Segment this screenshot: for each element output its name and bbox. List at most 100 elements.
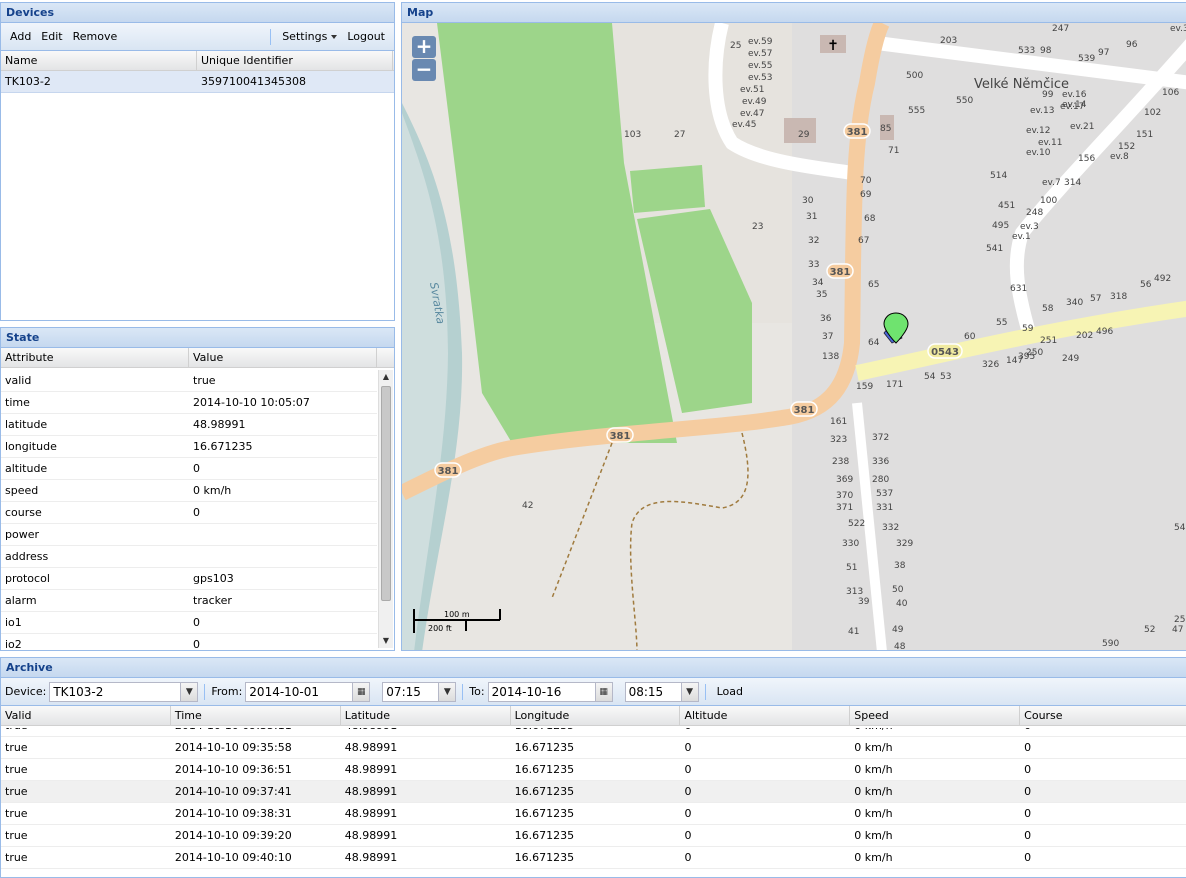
archive-row[interactable]: true 2014-10-10 09:39:20 48.98991 16.671235…	[1, 825, 1186, 847]
footpath-1	[551, 442, 613, 599]
house-number: 541	[986, 244, 1003, 254]
device-select[interactable]: TK103-2 ▼	[49, 681, 199, 702]
map-panel-title: Map	[402, 3, 1186, 23]
house-number: 156	[1078, 154, 1095, 164]
state-row-altitude[interactable]: altitude 0	[1, 458, 377, 480]
from-date-field[interactable]: 2014-10-01 ▦	[245, 681, 371, 702]
state-grid-header: Attribute Value	[1, 348, 394, 368]
column-header-altitude[interactable]: Altitude	[680, 706, 851, 725]
column-header-valid[interactable]: Valid	[1, 706, 171, 725]
state-row-latitude[interactable]: latitude 48.98991	[1, 414, 377, 436]
state-row-speed[interactable]: speed 0 km/h	[1, 480, 377, 502]
house-number: 102	[1144, 108, 1161, 118]
town-label: Velké Němčice	[974, 77, 1069, 92]
chevron-down-icon[interactable]: ▼	[438, 682, 456, 701]
state-row-course[interactable]: course 0	[1, 502, 377, 524]
state-scrollbar[interactable]: ▲ ▼	[378, 370, 393, 648]
house-number: 159	[856, 382, 873, 392]
to-date-field[interactable]: 2014-10-16 ▦	[487, 681, 613, 702]
column-header-course[interactable]: Course	[1020, 706, 1186, 725]
scrollbar-thumb[interactable]	[381, 386, 391, 601]
archive-panel-title: Archive	[1, 658, 1186, 678]
zoom-out-button[interactable]: −	[412, 59, 436, 81]
state-row-io1[interactable]: io1 0	[1, 612, 377, 634]
scroll-down-icon[interactable]: ▼	[379, 634, 393, 648]
cell-course: 0	[1024, 741, 1032, 754]
house-number: ev.21	[1070, 122, 1094, 132]
add-button[interactable]: Add	[5, 27, 36, 46]
calendar-icon[interactable]: ▦	[352, 682, 370, 701]
from-label: From:	[211, 685, 243, 698]
devices-panel: Devices Add Edit Remove Settings Logout …	[0, 2, 395, 321]
cell-course: 0	[1024, 785, 1032, 798]
archive-row[interactable]: true 2014-10-10 09:38:31 48.98991 16.671235…	[1, 803, 1186, 825]
house-number: 85	[880, 124, 891, 134]
scale-imperial: 200 ft	[428, 624, 452, 633]
state-row-longitude[interactable]: longitude 16.671235	[1, 436, 377, 458]
house-number: ev.51	[740, 85, 764, 95]
from-time-field[interactable]: 07:15 ▼	[382, 681, 457, 702]
house-number: 97	[1098, 48, 1109, 58]
house-number: 249	[1062, 354, 1079, 364]
house-number: ev.13	[1030, 106, 1054, 116]
attr-name: io2	[5, 638, 22, 650]
attr-value: 0	[193, 462, 200, 475]
map-canvas[interactable]: ✝ 381 381 381 381 381 0543 25 ev.59 ev.57 ev.55 e…	[402, 23, 1186, 650]
cell-longitude: 16.671235	[514, 763, 575, 776]
zoom-in-button[interactable]: +	[412, 36, 436, 58]
house-number: 48	[894, 642, 906, 651]
column-header-latitude[interactable]: Latitude	[341, 706, 511, 725]
archive-row[interactable]: true2014-10-10 09:35:1148.9899116.671235…	[1, 728, 1186, 737]
chevron-down-icon[interactable]: ▼	[180, 682, 198, 701]
house-number: 103	[624, 130, 641, 140]
column-header-longitude[interactable]: Longitude	[511, 706, 681, 725]
column-header-value[interactable]: Value	[189, 348, 377, 367]
scroll-up-icon[interactable]: ▲	[379, 370, 393, 384]
column-header-time[interactable]: Time	[171, 706, 341, 725]
state-row-io2[interactable]: io2 0	[1, 634, 377, 650]
attr-name: speed	[5, 484, 39, 497]
attr-name: longitude	[5, 440, 57, 453]
cell-latitude: 48.98991	[344, 741, 398, 754]
archive-row[interactable]: true 2014-10-10 09:40:10 48.98991 16.671235…	[1, 847, 1186, 869]
column-header-attribute[interactable]: Attribute	[1, 348, 189, 367]
load-button[interactable]: Load	[712, 682, 748, 701]
cell-time: 2014-10-10 09:36:51	[174, 763, 292, 776]
state-row-power[interactable]: power	[1, 524, 377, 546]
column-header-name[interactable]: Name	[1, 51, 197, 70]
remove-button[interactable]: Remove	[68, 27, 123, 46]
house-number: 49	[892, 625, 904, 635]
state-row-valid[interactable]: valid true	[1, 370, 377, 392]
cell-valid: true	[5, 785, 28, 798]
house-number: ev.49	[742, 97, 767, 107]
house-number: 590	[1102, 639, 1119, 649]
column-header-unique-identifier[interactable]: Unique Identifier	[197, 51, 393, 70]
house-number: 59	[1022, 324, 1034, 334]
state-row-time[interactable]: time 2014-10-10 10:05:07	[1, 392, 377, 414]
archive-row[interactable]: true 2014-10-10 09:36:51 48.98991 16.671235…	[1, 759, 1186, 781]
cell-course: 0	[1024, 807, 1032, 820]
house-number: 496	[1096, 327, 1113, 337]
house-number: 171	[886, 380, 903, 390]
house-number: ev.39	[1170, 24, 1186, 34]
archive-row[interactable]: true 2014-10-10 09:37:41 48.98991 16.671235…	[1, 781, 1186, 803]
house-number: 631	[1010, 284, 1027, 294]
settings-button[interactable]: Settings	[277, 27, 342, 46]
state-panel-title: State	[1, 328, 394, 348]
attr-value: 0	[193, 506, 200, 519]
edit-button[interactable]: Edit	[36, 27, 67, 46]
archive-grid-header: Valid Time Latitude Longitude Altitude S…	[1, 706, 1186, 726]
column-header-speed[interactable]: Speed	[850, 706, 1021, 725]
house-number: 537	[876, 489, 893, 499]
church-icon: ✝	[827, 38, 839, 54]
device-row[interactable]: TK103-2 359710041345308	[1, 71, 394, 93]
state-row-protocol[interactable]: protocol gps103	[1, 568, 377, 590]
state-row-address[interactable]: address	[1, 546, 377, 568]
chevron-down-icon[interactable]: ▼	[680, 682, 698, 701]
calendar-icon[interactable]: ▦	[594, 682, 612, 701]
state-row-alarm[interactable]: alarm tracker	[1, 590, 377, 612]
logout-button[interactable]: Logout	[342, 27, 390, 46]
to-time-field[interactable]: 08:15 ▼	[624, 681, 699, 702]
house-number: 495	[992, 221, 1009, 231]
archive-row[interactable]: true 2014-10-10 09:35:58 48.98991 16.671235…	[1, 737, 1186, 759]
